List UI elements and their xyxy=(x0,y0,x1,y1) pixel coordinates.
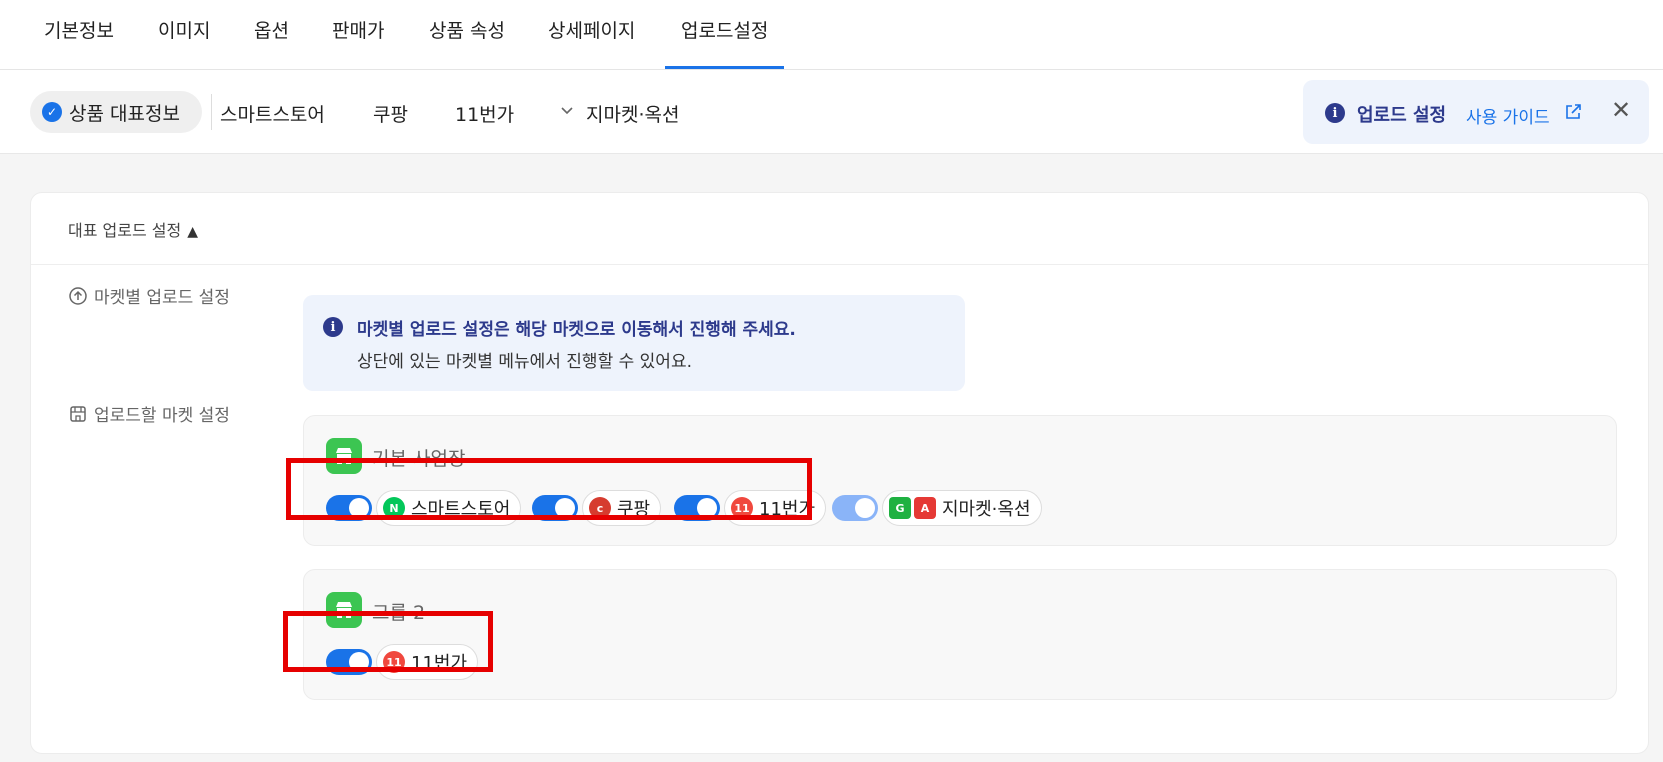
card-title-text: 대표 업로드 설정 xyxy=(68,221,182,240)
sub-nav-label: 상품 대표정보 xyxy=(69,102,180,125)
upload-circle-icon xyxy=(69,286,87,305)
highlight-box xyxy=(283,611,493,672)
auction-logo-icon: A xyxy=(914,497,936,519)
store-outline-icon xyxy=(70,405,86,422)
info-icon: i xyxy=(1325,103,1345,123)
top-tab-bar: 기본정보 이미지 옵션 판매가 상품 속성 상세페이지 업로드설정 xyxy=(0,0,1663,70)
tab-upload-settings[interactable]: 업로드설정 xyxy=(664,16,785,69)
target-market-label: 업로드할 마켓 설정 xyxy=(68,401,230,426)
external-link-icon[interactable] xyxy=(1563,102,1583,122)
nav-divider xyxy=(211,94,212,130)
group-card-2: 그룹 2 11 11번가 xyxy=(303,569,1617,700)
sub-nav-product-main[interactable]: ✓ 상품 대표정보 xyxy=(30,91,202,133)
upload-settings-card: 대표 업로드 설정 ▲ 마켓별 업로드 설정 i 마켓별 업로드 설정은 해당 마… xyxy=(30,192,1649,754)
gmarket-logo-icon: G xyxy=(889,497,911,519)
guide-title: 업로드 설정 xyxy=(1357,105,1447,126)
guide-link[interactable]: 사용 가이드 xyxy=(1466,103,1550,128)
info-line-1: 마켓별 업로드 설정은 해당 마켓으로 이동해서 진행해 주세요. xyxy=(357,320,796,340)
card-header[interactable]: 대표 업로드 설정 ▲ xyxy=(31,193,1648,265)
tab-attributes[interactable]: 상품 속성 xyxy=(429,16,505,43)
chevron-down-icon[interactable] xyxy=(560,104,574,120)
market-chip-gmarket-auction: G A 지마켓·옥션 xyxy=(882,490,1042,526)
card-title: 대표 업로드 설정 ▲ xyxy=(68,217,198,241)
sub-nav-smartstore[interactable]: 스마트스토어 xyxy=(220,100,325,127)
tab-price[interactable]: 판매가 xyxy=(332,16,384,43)
sub-nav-coupang[interactable]: 쿠팡 xyxy=(373,100,408,127)
close-icon[interactable]: ✕ xyxy=(1611,96,1631,124)
tab-detail-page[interactable]: 상세페이지 xyxy=(548,16,635,43)
sub-nav-gmarket-auction[interactable]: 지마켓·옥션 xyxy=(586,100,679,127)
marketplace-upload-label-text: 마켓별 업로드 설정 xyxy=(94,288,230,308)
market-sub-nav: ✓ 상품 대표정보 스마트스토어 쿠팡 11번가 지마켓·옥션 i 업로드 설정… xyxy=(0,70,1663,154)
check-icon: ✓ xyxy=(42,102,62,122)
highlight-box xyxy=(286,458,812,520)
upload-guide-banner: i 업로드 설정 사용 가이드 ✕ xyxy=(1303,80,1649,144)
info-icon: i xyxy=(323,317,343,337)
target-market-label-text: 업로드할 마켓 설정 xyxy=(94,406,230,426)
marketplace-upload-label: 마켓별 업로드 설정 xyxy=(68,283,230,308)
toggle-gmarket-auction[interactable] xyxy=(832,495,878,521)
collapse-triangle-icon[interactable]: ▲ xyxy=(187,224,198,240)
tab-images[interactable]: 이미지 xyxy=(158,16,210,43)
tab-options[interactable]: 옵션 xyxy=(254,16,289,43)
market-name: 지마켓·옥션 xyxy=(942,499,1031,520)
info-line-2: 상단에 있는 마켓별 메뉴에서 진행할 수 있어요. xyxy=(357,352,692,372)
sub-nav-11st[interactable]: 11번가 xyxy=(455,100,514,127)
marketplace-info-box: i 마켓별 업로드 설정은 해당 마켓으로 이동해서 진행해 주세요. 상단에 … xyxy=(303,295,965,391)
tab-basic-info[interactable]: 기본정보 xyxy=(44,16,114,43)
